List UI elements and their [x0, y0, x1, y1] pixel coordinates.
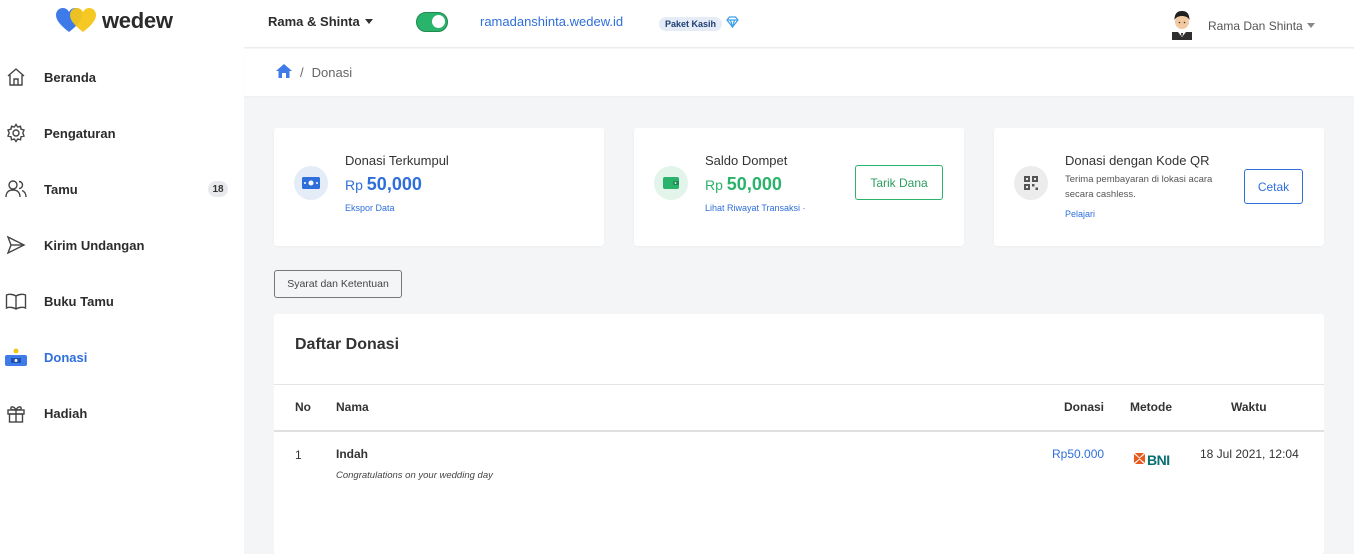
sidebar-item-label: Pengaturan: [44, 125, 116, 141]
chevron-down-icon: [1306, 23, 1315, 28]
gear-icon: [5, 122, 27, 144]
user-menu[interactable]: Rama Dan Shinta: [1168, 6, 1315, 45]
breadcrumb-bar: / Donasi: [244, 49, 1354, 96]
sidebar-item-kirim-undangan[interactable]: Kirim Undangan: [0, 225, 244, 265]
donation-list-card: Daftar Donasi No Nama Donasi Metode Wakt…: [274, 314, 1324, 554]
qr-donation-card: Donasi dengan Kode QR Terima pembayaran …: [994, 128, 1324, 246]
export-data-link[interactable]: Ekspor Data: [345, 203, 395, 213]
payment-method: BNI: [1134, 452, 1170, 468]
site-url-link[interactable]: ramadanshinta.wedew.id: [480, 14, 623, 29]
bni-logo-icon: [1134, 453, 1145, 467]
row-name: Indah: [336, 447, 368, 461]
topbar: Rama & Shinta ramadanshinta.wedew.id Pak…: [244, 0, 1354, 48]
sidebar-item-label: Beranda: [44, 69, 97, 85]
home-icon: [5, 66, 27, 88]
row-message: Congratulations on your wedding day: [336, 470, 493, 481]
column-header-no: No: [295, 400, 311, 414]
couple-selector[interactable]: Rama & Shinta: [268, 14, 373, 29]
print-button[interactable]: Cetak: [1244, 169, 1303, 204]
sidebar-item-label: Hadiah: [44, 405, 88, 421]
wallet-balance-card: Saldo Dompet Rp 50,000 Lihat Riwayat Tra…: [634, 128, 964, 246]
guest-count-badge: 18: [208, 181, 228, 197]
user-name-wrap: Rama Dan Shinta: [1208, 19, 1315, 33]
currency: Rp: [705, 177, 723, 193]
breadcrumb-separator: /: [300, 65, 304, 80]
sidebar-item-label: Kirim Undangan: [44, 237, 145, 253]
sidebar-item-beranda[interactable]: Beranda: [0, 57, 244, 97]
transaction-history-link[interactable]: Lihat Riwayat Transaksi ·: [705, 203, 806, 213]
card-title: Donasi Terkumpul: [345, 153, 449, 168]
amount-value: 50,000: [726, 174, 782, 194]
send-icon: [5, 234, 27, 256]
diamond-icon: [726, 15, 739, 33]
qr-description: Terima pembayaran di lokasi acara secara…: [1065, 174, 1213, 200]
column-header-name: Nama: [336, 400, 369, 414]
sidebar-item-label: Donasi: [44, 349, 88, 365]
site-active-toggle[interactable]: [416, 12, 448, 32]
sidebar-item-label: Tamu: [44, 181, 78, 197]
chevron-down-icon: [364, 19, 373, 24]
withdraw-button[interactable]: Tarik Dana: [855, 165, 943, 200]
currency: Rp: [345, 177, 363, 193]
sidebar-item-pengaturan[interactable]: Pengaturan: [0, 113, 244, 153]
sidebar-item-buku-tamu[interactable]: Buku Tamu: [0, 281, 244, 321]
column-header-method: Metode: [1130, 400, 1172, 414]
divider: [274, 430, 1324, 432]
package-badge: Paket Kasih: [659, 17, 723, 31]
breadcrumb: / Donasi: [276, 64, 352, 81]
row-no: 1: [295, 448, 302, 462]
avatar: [1168, 6, 1196, 45]
method-label: BNI: [1147, 452, 1170, 468]
donation-icon: [5, 346, 27, 368]
card-title: Donasi dengan Kode QR: [1065, 153, 1210, 168]
package-indicator: Paket Kasih: [659, 15, 739, 33]
user-name: Rama Dan Shinta: [1208, 18, 1303, 33]
book-icon: [5, 290, 27, 312]
column-header-time: Waktu: [1231, 400, 1267, 414]
sidebar-item-donasi[interactable]: Donasi: [0, 337, 244, 377]
row-time: 18 Jul 2021, 12:04: [1200, 447, 1299, 461]
amount-value: 50,000: [366, 174, 422, 194]
users-icon: [5, 178, 27, 200]
sidebar-item-hadiah[interactable]: Hadiah: [0, 393, 244, 433]
home-icon[interactable]: [276, 64, 292, 81]
sidebar: wedew Beranda Pengaturan Tamu 18 Kirim U…: [0, 0, 244, 554]
couple-name: Rama & Shinta: [268, 14, 360, 29]
wallet-amount: Rp 50,000: [705, 174, 782, 195]
sidebar-item-tamu[interactable]: Tamu 18: [0, 169, 244, 209]
logo[interactable]: wedew: [56, 8, 173, 34]
card-title: Saldo Dompet: [705, 153, 788, 168]
wallet-icon: [654, 166, 688, 200]
column-header-amount: Donasi: [1064, 400, 1105, 414]
row-amount: Rp50.000: [1052, 447, 1105, 461]
learn-more-link[interactable]: Pelajari: [1065, 209, 1095, 219]
table-title: Daftar Donasi: [295, 336, 400, 353]
gift-icon: [5, 402, 27, 424]
brand-name: wedew: [102, 8, 173, 33]
terms-button[interactable]: Syarat dan Ketentuan: [274, 270, 402, 298]
cash-icon: [294, 166, 328, 200]
toggle-knob: [432, 15, 445, 28]
qr-code-icon: [1014, 166, 1048, 200]
donation-total-amount: Rp 50,000: [345, 174, 422, 195]
sidebar-item-label: Buku Tamu: [44, 293, 114, 309]
donation-total-card: Donasi Terkumpul Rp 50,000 Ekspor Data: [274, 128, 604, 246]
logo-hearts-icon: [56, 8, 96, 34]
breadcrumb-current: Donasi: [311, 65, 353, 80]
divider: [274, 384, 1324, 385]
